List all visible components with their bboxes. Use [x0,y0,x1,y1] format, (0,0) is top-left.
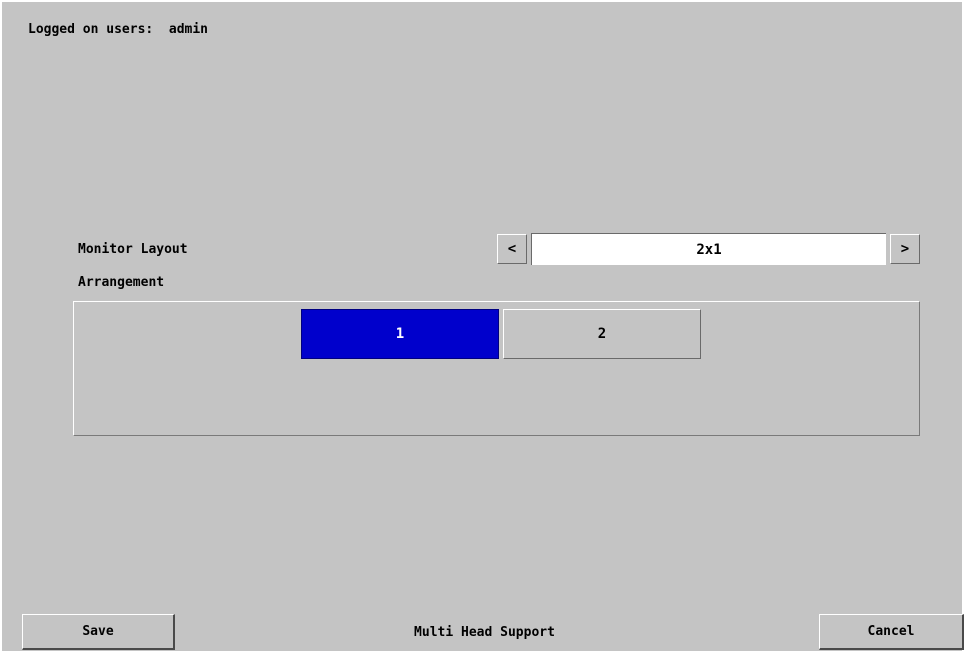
save-button[interactable]: Save [22,614,175,650]
kvm-config-screen: Logged on users: admin Monitor Layout < … [0,0,965,651]
monitor-layout-selector: < 2x1 > [497,233,920,265]
monitor-2-button[interactable]: 2 [503,309,701,359]
logged-on-users-text: Logged on users: admin [28,22,209,37]
arrangement-label: Arrangement [78,275,165,290]
monitor-1-button[interactable]: 1 [301,309,499,359]
monitor-layout-value[interactable]: 2x1 [531,233,886,265]
cancel-button[interactable]: Cancel [819,614,964,650]
monitor-layout-label: Monitor Layout [78,242,188,257]
arrangement-panel: 1 2 [73,301,920,436]
previous-layout-button[interactable]: < [497,234,527,264]
next-layout-button[interactable]: > [890,234,920,264]
chevron-right-icon: > [900,241,910,257]
chevron-left-icon: < [507,241,517,257]
